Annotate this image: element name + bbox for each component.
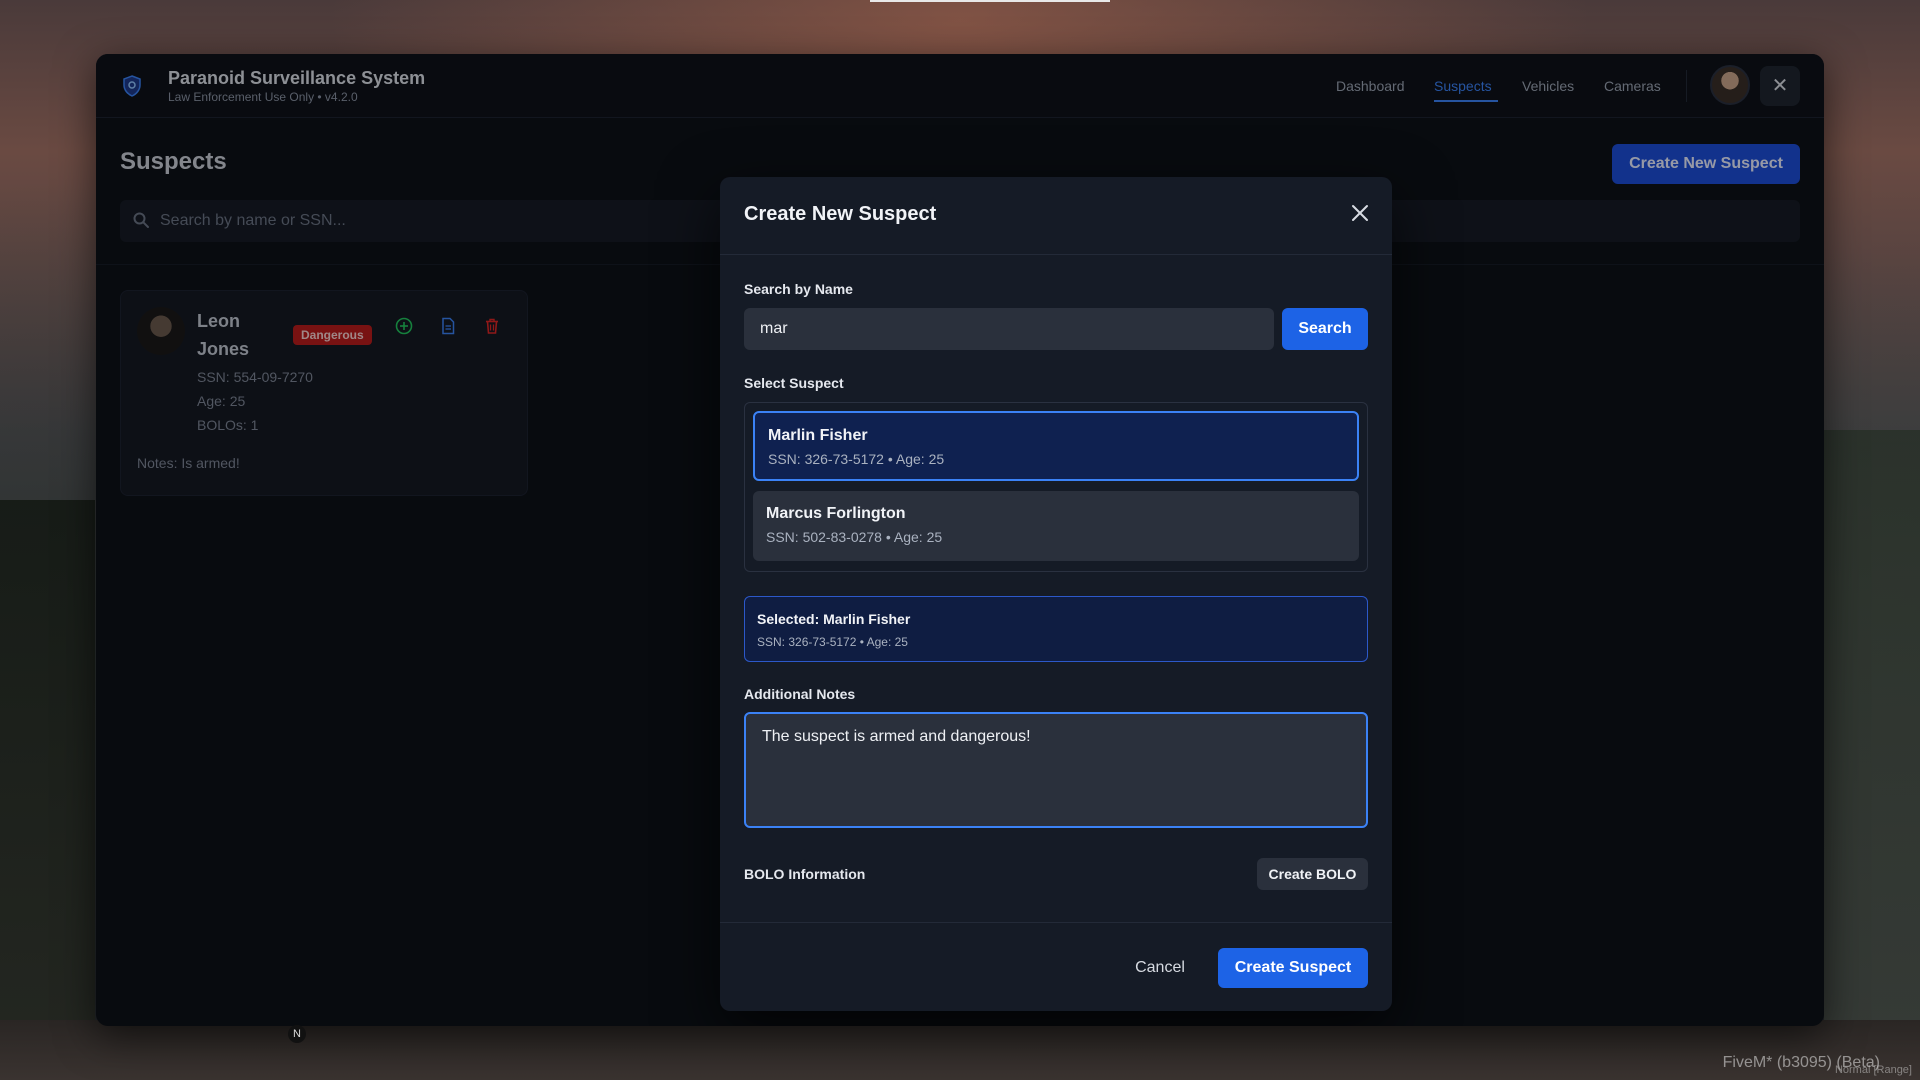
select-suspect-label: Select Suspect <box>744 375 844 391</box>
bolo-information-label: BOLO Information <box>744 866 866 882</box>
name-search-input[interactable] <box>744 308 1274 350</box>
close-icon[interactable] <box>1348 201 1372 225</box>
modal-header-divider <box>720 254 1392 255</box>
search-button[interactable]: Search <box>1282 308 1368 350</box>
suspect-option[interactable]: Marcus Forlington SSN: 502-83-0278 • Age… <box>753 491 1359 561</box>
surveillance-window: Paranoid Surveillance System Law Enforce… <box>96 54 1824 1026</box>
create-bolo-button[interactable]: Create BOLO <box>1257 858 1368 890</box>
additional-notes-label: Additional Notes <box>744 686 856 702</box>
compass-indicator: N <box>288 1025 306 1043</box>
fivem-range-label: Normal [Range] <box>1834 1064 1912 1076</box>
create-suspect-modal: Create New Suspect Search by Name Search… <box>720 177 1392 1011</box>
modal-title: Create New Suspect <box>744 203 937 225</box>
backdrop-foliage-right <box>1824 430 1920 1020</box>
option-name: Marlin Fisher <box>768 427 868 444</box>
create-suspect-button[interactable]: Create Suspect <box>1218 948 1368 988</box>
option-name: Marcus Forlington <box>766 505 906 522</box>
modal-footer-divider <box>720 922 1392 923</box>
selected-suspect-summary: Selected: Marlin Fisher SSN: 326-73-5172… <box>744 596 1368 662</box>
selected-title: Selected: Marlin Fisher <box>757 611 911 627</box>
option-details: SSN: 502-83-0278 • Age: 25 <box>766 529 943 545</box>
suspect-results-list: Marlin Fisher SSN: 326-73-5172 • Age: 25… <box>744 402 1368 572</box>
backdrop-strip <box>870 0 1110 2</box>
notes-textarea[interactable]: The suspect is armed and dangerous! <box>744 712 1368 828</box>
search-by-name-label: Search by Name <box>744 281 853 297</box>
option-details: SSN: 326-73-5172 • Age: 25 <box>768 451 945 467</box>
suspect-option-selected[interactable]: Marlin Fisher SSN: 326-73-5172 • Age: 25 <box>753 411 1359 481</box>
backdrop-foliage-left <box>0 500 95 1020</box>
cancel-button[interactable]: Cancel <box>1120 949 1200 987</box>
selected-details: SSN: 326-73-5172 • Age: 25 <box>757 635 908 649</box>
